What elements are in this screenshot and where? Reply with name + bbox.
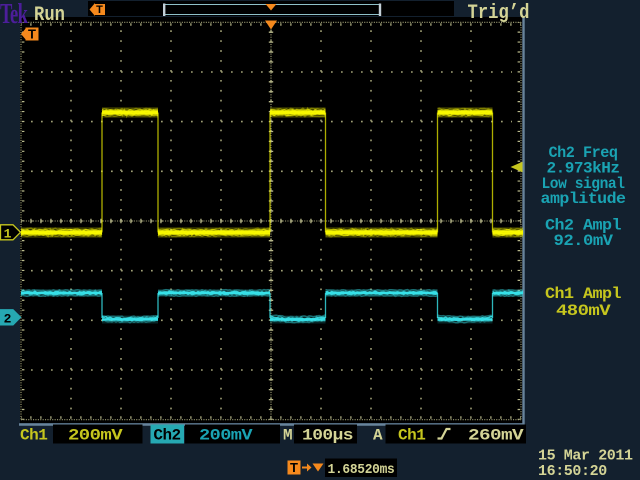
- svg-text:Ch1: Ch1: [20, 427, 47, 445]
- svg-text:A: A: [373, 427, 383, 445]
- svg-text:480mV: 480mV: [556, 302, 611, 320]
- svg-text:200mV: 200mV: [68, 427, 123, 445]
- svg-text:260mV: 260mV: [468, 427, 524, 445]
- svg-text:Ch1: Ch1: [398, 427, 425, 445]
- svg-text:16:50:20: 16:50:20: [538, 463, 607, 480]
- svg-text:Ch2: Ch2: [153, 427, 180, 445]
- svg-text:M: M: [283, 427, 292, 445]
- svg-text:T: T: [290, 460, 298, 475]
- svg-text:15 Mar 2011: 15 Mar 2011: [538, 448, 633, 465]
- svg-text:T: T: [28, 26, 36, 41]
- svg-text:200mV: 200mV: [199, 427, 253, 445]
- svg-text:2: 2: [4, 311, 12, 326]
- svg-text:92.0mV: 92.0mV: [554, 232, 614, 250]
- svg-text:100µs: 100µs: [302, 427, 353, 445]
- svg-text:1.68520ms: 1.68520ms: [328, 462, 395, 478]
- svg-text:1: 1: [4, 226, 12, 241]
- svg-text:amplitude: amplitude: [541, 190, 626, 208]
- svg-text:Ch1 Ampl: Ch1 Ampl: [545, 285, 621, 303]
- svg-text:Trig’d: Trig’d: [468, 1, 530, 25]
- svg-text:Tek: Tek: [0, 0, 28, 30]
- svg-text:Run: Run: [34, 3, 65, 27]
- svg-text:T: T: [96, 4, 103, 16]
